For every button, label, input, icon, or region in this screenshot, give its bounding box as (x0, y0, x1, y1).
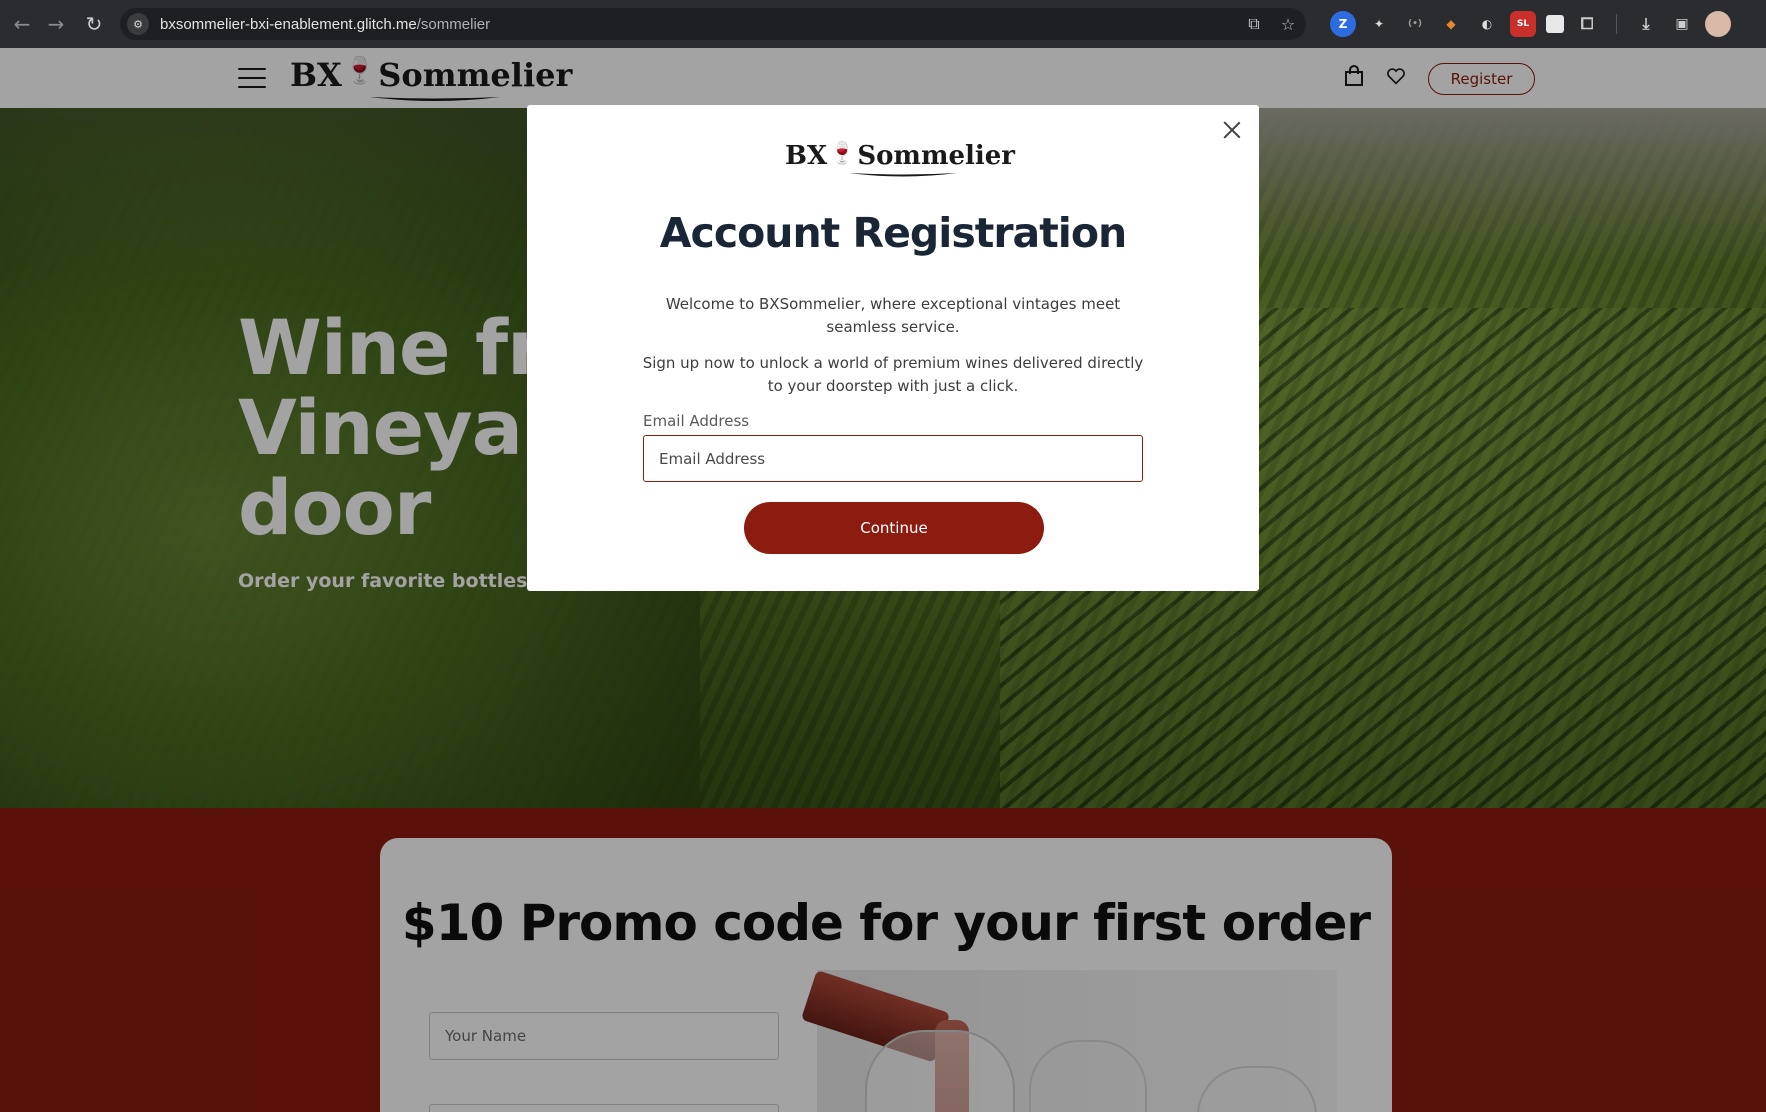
continue-button[interactable]: Continue (744, 502, 1044, 554)
wave-extension-icon[interactable]: (•) (1402, 11, 1428, 37)
install-app-icon[interactable]: ⧉ (1242, 12, 1266, 36)
extensions-puzzle-icon[interactable]: ⧠ (1574, 11, 1600, 37)
modal-logo: BX 🍷 Sommelier (785, 141, 1015, 177)
side-panel-icon[interactable]: ▣ (1669, 11, 1695, 37)
welcome-text: Welcome to BXSommelier, where exceptiona… (665, 295, 1121, 336)
profile-avatar[interactable] (1705, 11, 1731, 37)
white-square-extension-icon[interactable] (1546, 15, 1564, 33)
site-info-icon[interactable]: ⚙ (122, 8, 154, 40)
extensions-bar: Z ✦ (•) ◆ ◐ SL ⧠ ⤓ ▣ (1330, 8, 1731, 40)
email-field[interactable] (643, 435, 1143, 482)
reload-icon[interactable]: ↻ (78, 8, 110, 40)
red-square-extension-icon[interactable]: SL (1510, 11, 1536, 37)
url-text: bxsommelier-bxi-enablement.glitch.me/som… (160, 15, 491, 33)
modal-title: Account Registration (659, 209, 1127, 257)
lens-extension-icon[interactable]: ◐ (1474, 11, 1500, 37)
forward-icon[interactable]: → (40, 8, 72, 40)
web-page: BX 🍷 Sommelier Register Wine fro Vineyar… (0, 48, 1766, 1112)
zoom-extension-icon[interactable]: Z (1330, 11, 1356, 37)
address-bar[interactable]: ⚙ bxsommelier-bxi-enablement.glitch.me/s… (120, 8, 1306, 40)
registration-modal: BX 🍷 Sommelier Account Registration Welc… (527, 105, 1259, 591)
browser-toolbar: ← → ↻ ⚙ bxsommelier-bxi-enablement.glitc… (0, 0, 1766, 48)
bookmark-star-icon[interactable]: ☆ (1276, 12, 1300, 36)
signup-text: Sign up now to unlock a world of premium… (642, 354, 1144, 395)
wine-glass-icon: 🍷 (829, 141, 856, 165)
cursor-extension-icon[interactable]: ✦ (1366, 11, 1392, 37)
back-icon[interactable]: ← (6, 8, 38, 40)
logo-swoosh (849, 173, 957, 177)
puzzle-orange-extension-icon[interactable]: ◆ (1438, 11, 1464, 37)
close-icon[interactable] (1221, 119, 1243, 141)
email-label: Email Address (643, 412, 750, 430)
toolbar-divider (1616, 14, 1617, 34)
download-icon[interactable]: ⤓ (1633, 11, 1659, 37)
